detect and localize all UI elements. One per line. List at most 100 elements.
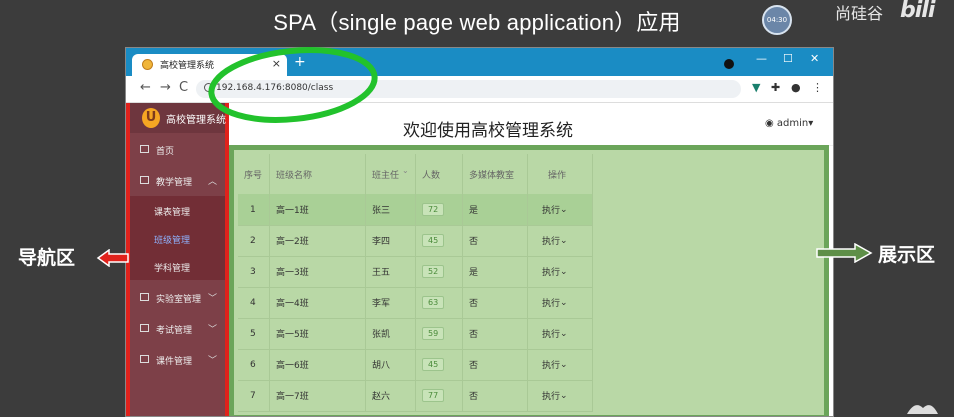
no-cell: 6 [238,349,270,380]
media-cell: 否 [463,318,528,349]
file-icon [140,293,149,301]
display-area-label: 展示区 [878,244,936,266]
nav-area-label: 导航区 [18,247,76,269]
count-badge: 45 [422,358,445,371]
watermark: 尚硅谷 [835,4,884,23]
table-row[interactable]: 1 高一1班 张三 72 是执行 ⌄ [238,194,593,226]
forward-icon[interactable]: → [160,80,171,95]
media-cell: 否 [463,287,528,318]
sidebar-item-teaching[interactable]: 教学管理 ︿ [130,166,225,196]
column-header: 班级名称 [270,154,366,194]
right-arrow-icon [816,243,873,263]
account-icon[interactable]: ● [791,81,801,94]
sidebar-item-courseware[interactable]: 课件管理 ﹀ [130,345,225,375]
table-row[interactable]: 6 高一6班 胡八 45 否执行 ⌄ [238,349,593,381]
extensions-icon[interactable]: ✚ [771,81,780,94]
minimize-button[interactable]: — [756,52,767,65]
count-cell: 45 [416,225,463,256]
action-dropdown[interactable]: 执行 ⌄ [528,287,593,318]
name-cell: 高一5班 [270,318,366,349]
sidebar-item-label: 考试管理 [156,326,193,336]
vue-devtools-icon[interactable]: ▼ [752,81,760,94]
teacher-cell: 李四 [366,225,416,256]
chevron-down-icon: ﹀ [207,325,217,335]
table-header-row: 序号 班级名称 班主任 人数 多媒体教室 操作 ⌄ [238,154,593,195]
chevron-down-icon: ⌄ [560,204,568,215]
sidebar-item-lab[interactable]: 实验室管理 ﹀ [130,283,225,313]
no-cell: 3 [238,256,270,287]
courseware-icon [140,355,149,363]
count-cell: 72 [416,194,463,225]
chevron-down-icon: ⌄ [560,359,568,370]
count-badge: 45 [422,234,445,247]
sidebar-item-label: 教学管理 [156,178,193,188]
slide-title: SPA（single page web application）应用 [273,10,681,35]
count-badge: 77 [422,389,445,402]
action-dropdown[interactable]: 执行 ⌄ [528,225,593,256]
action-label: 执行 [542,299,561,309]
action-label: 执行 [542,392,561,402]
brand-logo: U [142,108,160,128]
left-arrow-icon [96,249,129,267]
sidebar-item-label: 课件管理 [156,357,193,367]
name-cell: 高一7班 [270,380,366,411]
count-badge: 59 [422,327,445,340]
chevron-down-icon: ﹀ [207,356,217,366]
user-menu[interactable]: ◉ admin▾ [765,118,813,129]
table-row[interactable]: 7 高一7班 赵六 77 否执行 ⌄ [238,380,593,412]
menu-icon[interactable]: ⋮ [812,81,823,94]
sidebar-nav: U 高校管理系统 首页 教学管理 ︿ 课表管理 班级管理 学科管理 实验室管理 … [126,103,229,416]
sidebar-subitem-subject[interactable]: 学科管理 [130,252,225,280]
chevron-down-icon: ⌄ [560,266,568,277]
timer-badge: 04:30 [762,5,792,35]
action-label: 执行 [542,330,561,340]
close-window-button[interactable]: ✕ [810,52,819,65]
dashboard-icon [140,145,149,153]
count-cell: 77 [416,380,463,411]
table-row[interactable]: 2 高一2班 李四 45 否执行 ⌄ [238,225,593,257]
chevron-down-icon: ⌄ [560,390,568,401]
count-cell: 59 [416,318,463,349]
count-badge: 72 [422,203,445,216]
action-label: 执行 [542,206,561,216]
table-row[interactable]: 3 高一3班 王五 52 是执行 ⌄ [238,256,593,288]
column-header: 序号 [238,154,270,194]
column-header: 操作 [528,154,593,194]
name-cell: 高一6班 [270,349,366,380]
profile-dot-icon[interactable] [724,59,734,69]
name-cell: 高一2班 [270,225,366,256]
count-cell: 52 [416,256,463,287]
action-label: 执行 [542,361,561,371]
table-row[interactable]: 5 高一5班 张凯 59 否执行 ⌄ [238,318,593,350]
chevron-up-icon: ︿ [207,177,217,187]
reload-icon[interactable]: C [179,80,188,95]
sidebar-subitem-class[interactable]: 班级管理 [130,224,225,252]
count-cell: 45 [416,349,463,380]
sidebar-subitem-label: 学科管理 [154,264,191,274]
teacher-cell: 胡八 [366,349,416,380]
sidebar-item-home[interactable]: 首页 [130,135,225,165]
sidebar-subitem-label: 课表管理 [154,208,191,218]
sidebar-subitem-schedule[interactable]: 课表管理 [130,196,225,224]
back-icon[interactable]: ← [140,80,151,95]
action-label: 执行 [542,237,561,247]
action-dropdown[interactable]: 执行 ⌄ [528,380,593,411]
chevron-down-icon: ﹀ [207,294,217,304]
table-row[interactable]: 4 高一4班 李军 63 否执行 ⌄ [238,287,593,319]
sort-icon[interactable]: ⌄ [402,166,409,175]
decoration-icon [907,405,938,414]
column-header: 多媒体教室 [463,154,528,194]
no-cell: 7 [238,380,270,411]
action-dropdown[interactable]: 执行 ⌄ [528,349,593,380]
sidebar-item-label: 首页 [156,147,175,157]
action-dropdown[interactable]: 执行 ⌄ [528,318,593,349]
maximize-button[interactable]: ☐ [783,52,793,65]
action-dropdown[interactable]: 执行 ⌄ [528,194,593,225]
sidebar-item-label: 实验室管理 [156,295,202,305]
sidebar-item-exam[interactable]: 考试管理 ﹀ [130,314,225,344]
teacher-cell: 张凯 [366,318,416,349]
media-cell: 是 [463,194,528,225]
action-dropdown[interactable]: 执行 ⌄ [528,256,593,287]
url-highlight-circle [208,47,378,123]
teacher-cell: 赵六 [366,380,416,411]
